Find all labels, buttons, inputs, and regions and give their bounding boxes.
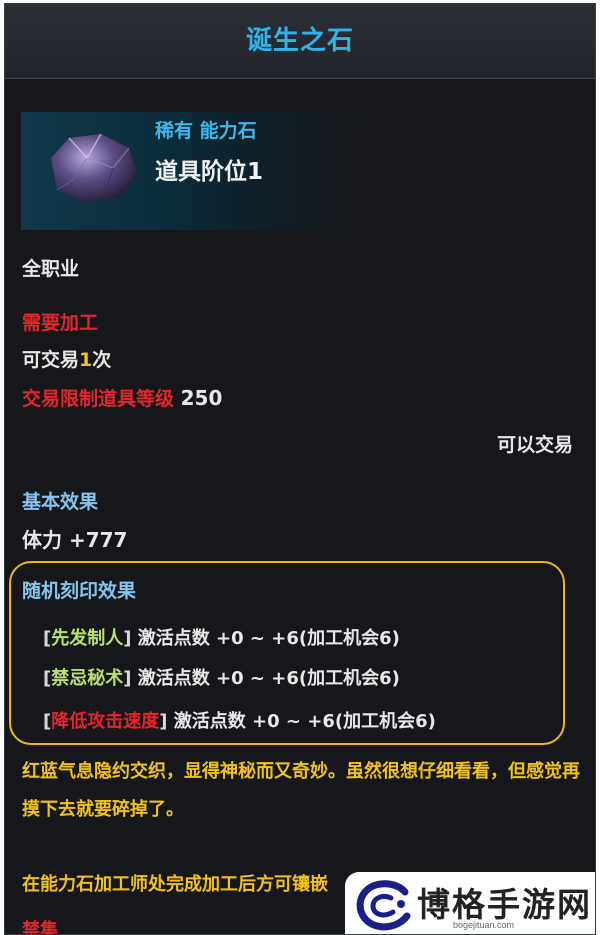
flavor-text: 红蓝气息隐约交织，显得神秘而又奇妙。虽然很想仔细看看，但感觉再摸下去就要碎掉了。 <box>22 761 580 820</box>
trade-count-suffix: 次 <box>92 349 112 371</box>
engraving-name: 禁忌秘术 <box>51 668 124 689</box>
bound-label: 禁集 <box>22 920 58 935</box>
engraving-name: 先发制人 <box>51 628 124 649</box>
engraving-option: [禁忌秘术] 激活点数 +0 ~ +6(加工机会6) <box>43 668 400 689</box>
engraving-option: [降低攻击速度] 激活点数 +0 ~ +6(加工机会6) <box>43 711 436 732</box>
engraving-value: 激活点数 +0 ~ +6(加工机会6) <box>173 711 436 732</box>
item-rarity: 稀有 能力石 <box>155 120 257 142</box>
trade-status: 可以交易 <box>496 434 573 456</box>
engraving-value: 激活点数 +0 ~ +6(加工机会6) <box>137 668 400 689</box>
engraving-value: 激活点数 +0 ~ +6(加工机会6) <box>137 628 400 649</box>
trade-count-value: 1 <box>79 349 93 371</box>
trade-limit-value: 250 <box>180 386 223 410</box>
engraving-name: 降低攻击速度 <box>51 711 160 732</box>
random-effect-header: 随机刻印效果 <box>22 580 137 602</box>
trade-limit-label: 交易限制道具等级 <box>22 388 175 410</box>
trade-count: 可交易1次 <box>22 345 111 372</box>
site-url: bogejituan.com <box>453 920 515 930</box>
site-name: 博格手游网 <box>417 885 592 924</box>
basic-effect-header: 基本效果 <box>22 491 99 513</box>
amethyst-stone-icon <box>51 133 137 202</box>
item-title: 诞生之石 <box>5 4 595 79</box>
item-tier: 道具阶位1 <box>155 159 264 185</box>
basic-effect-stat: 体力 +777 <box>22 528 128 552</box>
engraving-option: [先发制人] 激活点数 +0 ~ +6(加工机会6) <box>43 628 400 649</box>
item-tooltip: 诞生之石 稀有 能力石 道具阶位1 全职业 需要加工 可交易1次 交易限制道具等… <box>4 3 596 935</box>
site-watermark: 博格手游网 bogejituan.com <box>345 872 595 934</box>
class-requirement: 全职业 <box>22 258 80 280</box>
processing-warning: 需要加工 <box>22 312 99 334</box>
trade-count-prefix: 可交易 <box>22 349 80 371</box>
trade-limit: 交易限制道具等级 250 <box>22 384 222 411</box>
site-logo-icon <box>356 880 411 931</box>
